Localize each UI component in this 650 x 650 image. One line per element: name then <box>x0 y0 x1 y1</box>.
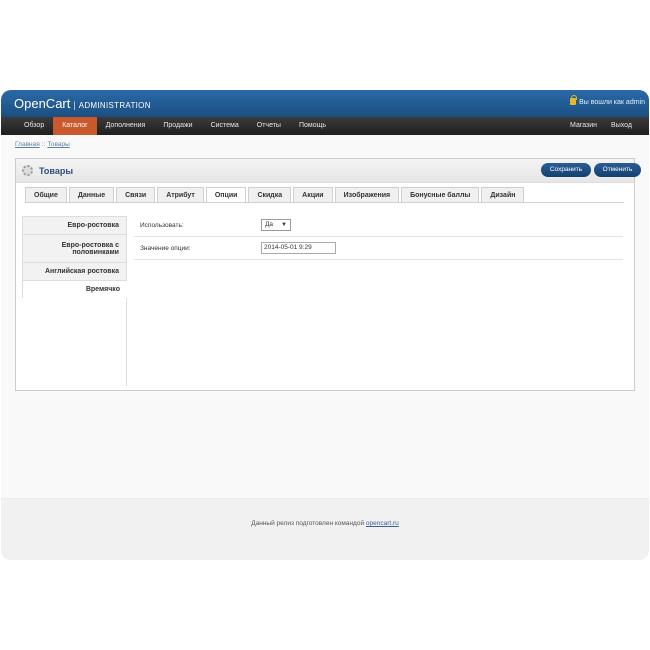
option-tab-euro[interactable]: Евро-ростовка <box>22 216 127 234</box>
menu-item-help[interactable]: Помощь <box>290 117 335 135</box>
tab-options[interactable]: Опции <box>205 187 247 203</box>
menu-item-extensions[interactable]: Дополнения <box>97 117 155 135</box>
tab-reward-points[interactable]: Бонусные баллы <box>401 187 480 202</box>
tab-discount[interactable]: Скидка <box>248 187 292 202</box>
box-heading: Товары Сохранить Отменить <box>16 159 641 183</box>
option-form: Использовать: Да ▼ Значение опции: 2014-… <box>134 214 623 260</box>
gear-icon <box>22 165 33 176</box>
value-label: Значение опции: <box>140 245 191 252</box>
logo-separator: | <box>73 100 76 110</box>
option-tab-time[interactable]: Времячко <box>22 280 127 298</box>
cancel-button[interactable]: Отменить <box>594 163 641 177</box>
menu-item-reports[interactable]: Отчеты <box>248 117 290 135</box>
logo-text: OpenCart <box>14 96 71 111</box>
page-title: Товары <box>39 166 74 176</box>
tab-links[interactable]: Связи <box>116 187 156 202</box>
breadcrumb-products[interactable]: Товары <box>47 141 69 148</box>
product-box: Товары Сохранить Отменить Общие Данные С… <box>15 158 641 391</box>
tab-general[interactable]: Общие <box>25 187 67 202</box>
form-row-use: Использовать: Да ▼ <box>134 214 623 237</box>
menu-item-sales[interactable]: Продажи <box>154 117 201 135</box>
login-text: Вы вошли как admin <box>579 99 645 106</box>
menu-item-store[interactable]: Магазин <box>563 117 604 135</box>
use-label: Использовать: <box>140 222 184 229</box>
admin-subtitle: ADMINISTRATION <box>78 101 151 110</box>
form-row-value: Значение опции: 2014-05-01 9:29 <box>134 237 623 260</box>
option-tab-english[interactable]: Английская ростовка <box>22 262 127 280</box>
menu-item-catalog[interactable]: Каталог <box>53 117 97 135</box>
save-button[interactable]: Сохранить <box>541 163 591 177</box>
tab-data[interactable]: Данные <box>68 187 115 202</box>
option-value-input[interactable]: 2014-05-01 9:29 <box>261 242 336 254</box>
logo: OpenCart | ADMINISTRATION <box>14 96 151 111</box>
main-menu: Обзор Каталог Дополнения Продажи Система… <box>1 117 649 135</box>
product-tabs: Общие Данные Связи Атрибут Опции Скидка … <box>25 187 526 203</box>
tab-special[interactable]: Акции <box>293 187 333 202</box>
login-status: Вы вошли как admin <box>570 95 645 106</box>
use-select-value: Да <box>265 221 274 228</box>
lock-icon <box>570 95 578 105</box>
menu-item-system[interactable]: Система <box>202 117 248 135</box>
breadcrumb-separator: :: <box>41 141 46 148</box>
menu-item-logout[interactable]: Выход <box>604 117 639 135</box>
app-frame: OpenCart | ADMINISTRATION Вы вошли как adm… <box>1 90 649 560</box>
tab-design[interactable]: Дизайн <box>481 187 525 202</box>
use-select[interactable]: Да ▼ <box>261 219 291 231</box>
dropdown-arrow-icon: ▼ <box>281 222 287 228</box>
option-tabs: Евро-ростовка Евро-ростовка с половинкам… <box>22 216 127 386</box>
footer-link[interactable]: opencart.ru <box>366 520 399 527</box>
menu-item-dashboard[interactable]: Обзор <box>15 117 53 135</box>
tab-images[interactable]: Изображения <box>334 187 400 202</box>
footer: Данный релиз подготовлен командой openca… <box>1 520 649 527</box>
breadcrumb: Главная:: Товары <box>15 141 70 148</box>
tabs-divider <box>25 202 624 203</box>
footer-band <box>1 498 649 560</box>
header: OpenCart | ADMINISTRATION Вы вошли как adm… <box>1 90 649 117</box>
tab-attribute[interactable]: Атрибут <box>157 187 204 202</box>
footer-text: Данный релиз подготовлен командой <box>251 520 365 527</box>
breadcrumb-home[interactable]: Главная <box>15 141 40 148</box>
option-tab-euro-halves[interactable]: Евро-ростовка с половинками <box>22 234 127 262</box>
